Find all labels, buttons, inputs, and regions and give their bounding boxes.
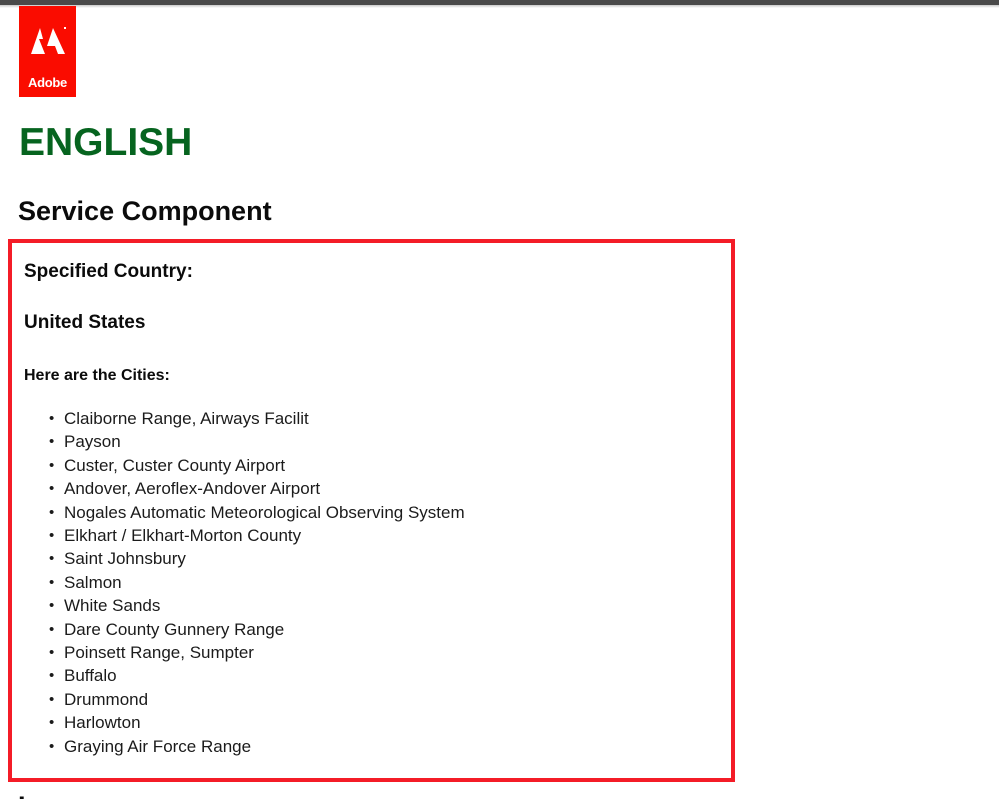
page-root: Adobe ENGLISH Service Component Specifie… bbox=[0, 0, 999, 799]
specified-country-value: United States bbox=[24, 312, 146, 333]
list-item: Poinsett Range, Sumpter bbox=[49, 641, 465, 665]
list-item: Nogales Automatic Meteorological Observi… bbox=[49, 501, 465, 525]
list-item: Buffalo bbox=[49, 664, 465, 688]
list-item: Elkhart / Elkhart-Morton County bbox=[49, 524, 465, 548]
adobe-logo: Adobe bbox=[19, 6, 76, 97]
adobe-a-icon bbox=[31, 27, 66, 54]
list-item: Custer, Custer County Airport bbox=[49, 454, 465, 478]
section-title: Service Component bbox=[18, 196, 272, 226]
list-item: Salmon bbox=[49, 571, 465, 595]
browser-chrome-shadow bbox=[0, 5, 999, 8]
specified-country-label: Specified Country: bbox=[24, 261, 193, 282]
cities-list: Claiborne Range, Airways Facilit Payson … bbox=[24, 407, 465, 759]
list-item: Andover, Aeroflex-Andover Airport bbox=[49, 477, 465, 501]
list-item: Harlowton bbox=[49, 711, 465, 735]
list-item: Payson bbox=[49, 430, 465, 454]
cities-list-label: Here are the Cities: bbox=[24, 367, 170, 384]
list-item: Drummond bbox=[49, 688, 465, 712]
list-item: Graying Air Force Range bbox=[49, 735, 465, 759]
list-item: White Sands bbox=[49, 594, 465, 618]
list-item: Saint Johnsbury bbox=[49, 547, 465, 571]
list-item: Claiborne Range, Airways Facilit bbox=[49, 407, 465, 431]
panel-content: Specified Country: United States Here ar… bbox=[12, 243, 731, 778]
service-component-panel: Specified Country: United States Here ar… bbox=[8, 239, 735, 782]
adobe-wordmark: Adobe bbox=[28, 75, 67, 90]
list-item: Dare County Gunnery Range bbox=[49, 618, 465, 642]
language-title: ENGLISH bbox=[19, 121, 193, 164]
next-section-title: Languages bbox=[18, 789, 161, 799]
